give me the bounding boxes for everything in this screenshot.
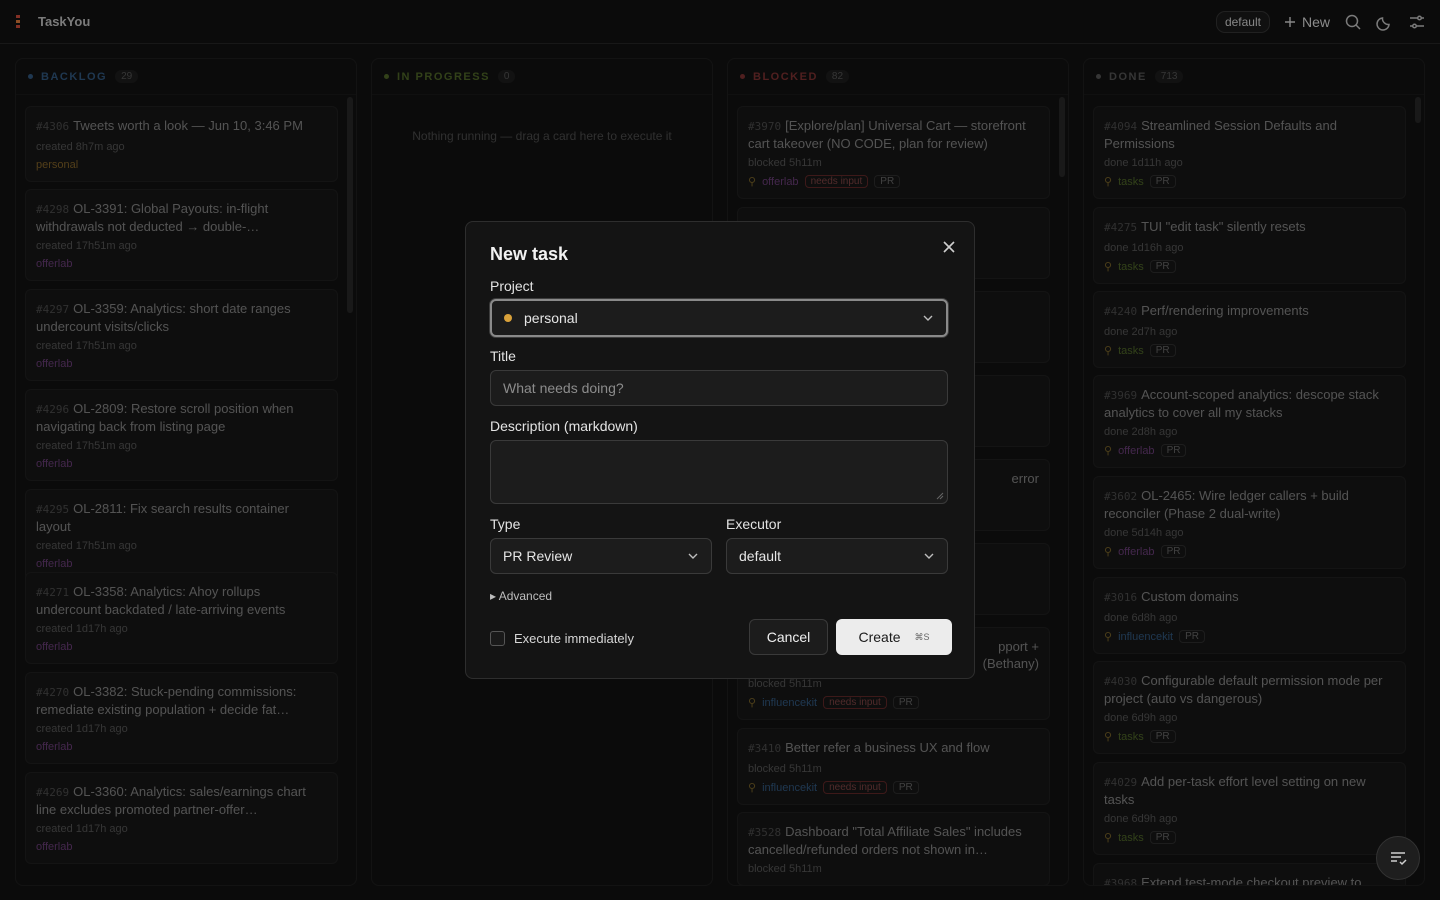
- project-color-dot: [504, 314, 512, 322]
- dialog-title: New task: [490, 244, 569, 264]
- project-select[interactable]: personal: [490, 299, 948, 337]
- executor-label: Executor: [726, 516, 782, 532]
- chevron-down-icon: [688, 553, 698, 559]
- close-icon[interactable]: [940, 238, 958, 256]
- keyboard-shortcut: ⌘S: [914, 631, 930, 642]
- execute-immediately-row[interactable]: Execute immediately: [490, 631, 634, 646]
- new-task-dialog: New task Project personal Title What nee…: [465, 221, 975, 679]
- chevron-down-icon: [923, 315, 933, 321]
- executor-select-value: default: [739, 548, 782, 564]
- type-select-value: PR Review: [503, 548, 573, 564]
- executor-select[interactable]: default: [726, 538, 948, 574]
- create-button-label: Create: [858, 629, 901, 645]
- list-check-icon: [1391, 852, 1407, 866]
- project-label: Project: [490, 278, 534, 294]
- resize-handle-icon[interactable]: [936, 492, 944, 500]
- title-placeholder: What needs doing?: [503, 380, 624, 396]
- description-textarea[interactable]: [490, 440, 948, 504]
- execute-immediately-label: Execute immediately: [514, 631, 634, 646]
- task-list-fab[interactable]: [1376, 836, 1420, 880]
- cancel-button[interactable]: Cancel: [749, 619, 828, 655]
- title-input[interactable]: What needs doing?: [490, 370, 948, 406]
- chevron-down-icon: [924, 553, 934, 559]
- execute-immediately-checkbox[interactable]: [490, 631, 505, 646]
- description-label: Description (markdown): [490, 418, 638, 434]
- advanced-toggle[interactable]: ▸ Advanced: [490, 589, 552, 603]
- project-select-value: personal: [524, 310, 578, 326]
- title-label: Title: [490, 348, 516, 364]
- create-button[interactable]: Create ⌘S: [836, 619, 952, 655]
- type-label: Type: [490, 516, 521, 532]
- type-select[interactable]: PR Review: [490, 538, 712, 574]
